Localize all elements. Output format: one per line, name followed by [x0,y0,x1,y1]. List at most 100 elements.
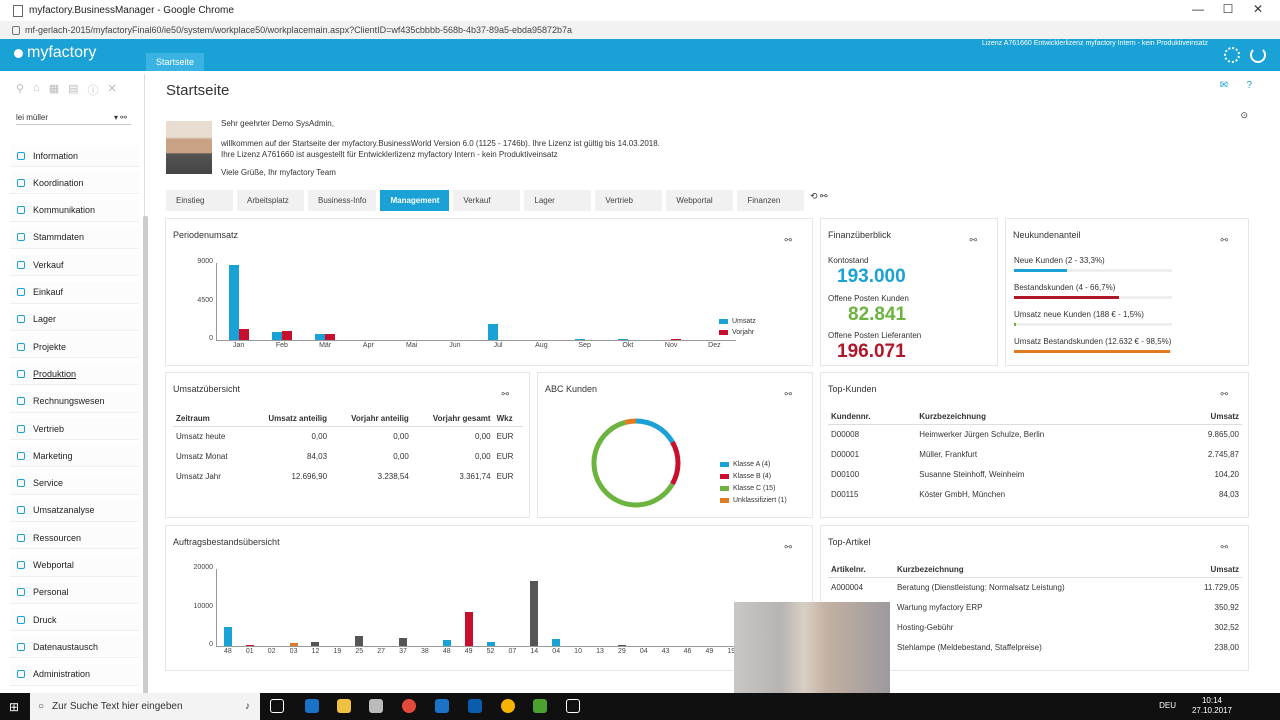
app-icon-yellow[interactable] [501,699,515,713]
help-icon[interactable]: ? [1246,80,1252,91]
table-row[interactable]: Umsatz heute 0,00 0,00 0,00 EUR [173,427,523,447]
table-row[interactable]: A000004 Beratung (Dienstleistung: Normals… [828,578,1242,598]
language-indicator[interactable]: DEU [1159,701,1176,710]
sidebar-item-druck[interactable]: Druck [10,609,139,632]
tab-management[interactable]: Management [380,190,450,211]
info-circle-icon[interactable]: ⓘ [88,82,99,98]
sidebar-item-information[interactable]: Information [10,145,139,167]
column-header[interactable]: Vorjahr gesamt [411,411,494,427]
table-row[interactable]: Hosting-Gebühr 302,52 [828,618,1242,638]
table-row[interactable]: Umsatz Jahr 12.696,90 3.238,54 3.361,74 EUR [173,467,523,487]
tab-startseite[interactable]: Startseite [146,53,205,71]
tab-webportal[interactable]: Webportal [666,190,734,211]
sidebar-item-rechnungswesen[interactable]: Rechnungswesen [10,390,139,413]
sidebar-item-einkauf[interactable]: Einkauf [10,281,139,304]
sidebar-item-umsatzanalyse[interactable]: Umsatzanalyse [10,499,139,522]
table-row[interactable]: D00100 Susanne Steinhoff, Weinheim 104,20 [828,465,1242,485]
table-row[interactable]: D00008 Heimwerker Jürgen Schulze, Berlin 9… [828,425,1242,445]
settings-icon[interactable] [1224,47,1240,63]
sidebar-item-ressourcen[interactable]: Ressourcen [10,527,139,550]
card-settings-icon[interactable]: ⚯ [784,235,792,246]
sidebar-item-datenaustausch[interactable]: Datenaustausch [10,636,139,659]
ie-icon[interactable] [435,699,449,713]
pin-icon[interactable]: ⚲ [16,82,24,98]
topkunden-scroll[interactable]: Kundennr. Kurzbezeichnung Umsatz D00008 Heim… [828,409,1242,511]
taskbar-search[interactable]: ○ Zur Suche Text hier eingeben ♪ [30,693,260,720]
column-header[interactable]: Umsatz anteilig [246,411,331,427]
tab-lager[interactable]: Lager [524,190,592,211]
sidebar-item-verkauf[interactable]: Verkauf [10,254,139,277]
windows-start-icon[interactable]: ⊞ [9,700,19,714]
address-bar[interactable]: mf-gerlach-2015/myfactoryFinal60/ie50/sy… [0,21,1280,39]
column-header[interactable]: Kurzbezeichnung [916,409,1171,425]
card-settings-icon[interactable]: ⚯ [784,389,792,400]
column-header[interactable]: Artikelnr. [828,562,894,578]
close-button[interactable]: ✕ [1248,2,1268,16]
card-settings-icon[interactable]: ⚯ [969,235,977,246]
tab-finanzen[interactable]: Finanzen [737,190,805,211]
taskbar-search-placeholder[interactable]: Zur Suche Text hier eingeben [52,701,182,712]
sidebar-item-produktion[interactable]: Produktion [10,363,139,386]
close-icon[interactable]: ✕ [108,82,117,98]
chrome-icon[interactable] [402,699,416,713]
column-header[interactable]: Umsatz [1175,562,1242,578]
table-row[interactable]: Stehlampe (Meldebestand, Staffelpreise) 2… [828,638,1242,658]
card-settings-icon[interactable]: ⚯ [1220,389,1228,400]
history-icon[interactable]: ⌂ [33,82,40,98]
sidebar-item-stammdaten[interactable]: Stammdaten [10,226,139,249]
card-settings-icon[interactable]: ⚯ [1220,542,1228,553]
outlook-icon[interactable] [468,699,482,713]
mail-icon[interactable]: ✉ [1220,80,1228,91]
table-row[interactable]: Wartung myfactory ERP 350,92 [828,598,1242,618]
sidebar-item-kommunikation[interactable]: Kommunikation [10,199,139,222]
card-settings-icon[interactable]: ⚯ [784,542,792,553]
table-row[interactable]: D00001 Müller, Frankfurt 2.745,87 [828,445,1242,465]
column-header[interactable]: Kundennr. [828,409,917,425]
x-tick-label: 29 [617,648,626,655]
column-header[interactable]: Kurzbezeichnung [893,562,1176,578]
sidebar-item-vertrieb[interactable]: Vertrieb [10,418,139,440]
table-row[interactable]: D00115 Köster GmbH, München 84,03 [828,485,1242,505]
sidebar-item-lager[interactable]: Lager [10,308,139,331]
tab-vertrieb[interactable]: Vertrieb [595,190,663,211]
sidebar-search-input[interactable]: lei müller ▾ ⚯ [16,111,131,125]
topartikel-scroll[interactable]: Artikelnr. Kurzbezeichnung Umsatz A000004 Be… [828,562,1242,664]
url-text[interactable]: mf-gerlach-2015/myfactoryFinal60/ie50/sy… [25,25,572,35]
calendar-icon[interactable]: ▦ [49,82,59,98]
table-row[interactable]: Umsatz Monat 84,03 0,00 0,00 EUR [173,447,523,467]
sidebar-item-marketing[interactable]: Marketing [10,445,139,468]
sidebar-item-personal[interactable]: Personal [10,581,139,604]
column-header[interactable]: Vorjahr anteilig [330,411,412,427]
search-options-icon[interactable]: ▾ ⚯ [114,113,127,122]
tab-business-info[interactable]: Business-Info [308,190,377,211]
sidebar-item-service[interactable]: Service [10,472,139,495]
maximize-button[interactable]: ☐ [1218,2,1238,16]
refresh-icon[interactable]: ⊙ [1240,110,1248,121]
sidebar-item-projekte[interactable]: Projekte [10,336,139,359]
store-icon[interactable] [369,699,383,713]
column-header[interactable]: Zeitraum [173,411,247,427]
sidebar-item-koordination[interactable]: Koordination [10,172,139,195]
explorer-icon[interactable] [337,699,351,713]
card-settings-icon[interactable]: ⚯ [1220,235,1228,246]
sidebar-item-administration[interactable]: Administration [10,663,139,686]
sidebar-search-value[interactable]: lei müller [16,113,48,122]
app-icon-terminal[interactable] [566,699,580,713]
tab-verkauf[interactable]: Verkauf [453,190,521,211]
column-header[interactable]: Wkz [493,411,523,427]
sidebar-item-webportal[interactable]: Webportal [10,554,139,577]
app-icon-green[interactable] [533,699,547,713]
power-icon[interactable] [1250,47,1266,63]
edge-icon[interactable] [305,699,319,713]
app-logo[interactable]: myfactory [14,44,96,62]
card-settings-icon[interactable]: ⚯ [501,389,509,400]
taskview-icon[interactable] [270,699,284,713]
mic-icon[interactable]: ♪ [245,701,250,712]
notes-icon[interactable]: ▤ [68,82,78,98]
clock[interactable]: 10:14 27.10.2017 [1192,696,1232,716]
tab-einstieg[interactable]: Einstieg [166,190,233,211]
tab-arbeitsplatz[interactable]: Arbeitsplatz [237,190,304,211]
column-header[interactable]: Umsatz [1170,409,1242,425]
minimize-button[interactable]: — [1188,2,1208,16]
tab-settings-icon[interactable]: ⟲ ⚯ [810,191,828,202]
